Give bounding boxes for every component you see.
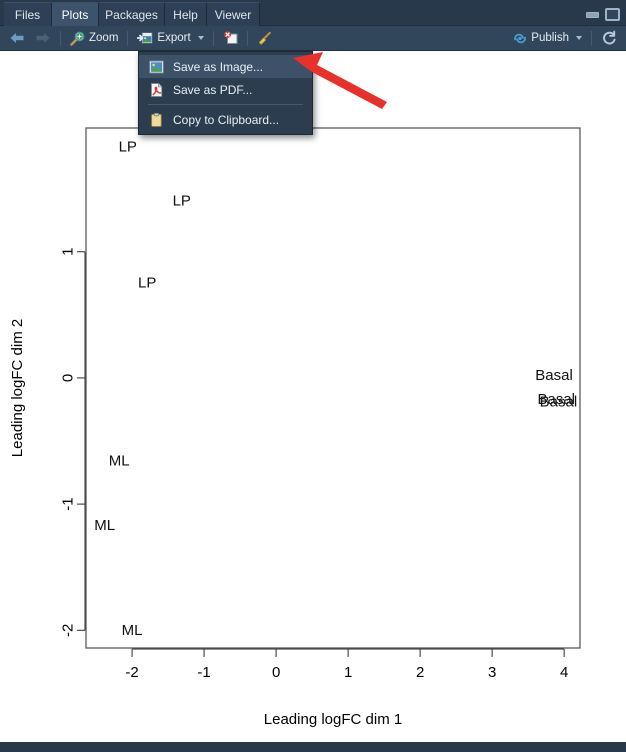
clipboard-icon	[149, 112, 164, 127]
tab-packages[interactable]: Packages	[99, 2, 165, 26]
export-dropdown-menu: Save as Image... Save as PDF... Copy to …	[138, 51, 313, 135]
forward-button	[30, 27, 56, 49]
tab-viewer[interactable]: Viewer	[207, 2, 260, 26]
minimize-pane-icon[interactable]	[586, 11, 599, 18]
publish-group: Publish	[508, 27, 626, 49]
arrow-left-icon	[9, 32, 25, 44]
menu-item-label: Save as Image...	[173, 59, 264, 74]
x-tick-label: 3	[488, 664, 496, 681]
menu-item-label: Save as PDF...	[173, 82, 253, 97]
plot-output-area: -2 -1 0 1 2 3 4 1 0 -1 -2 LP LP LP Basal Basal Basal ML…	[0, 51, 626, 742]
publish-button[interactable]: Publish	[508, 27, 587, 49]
mds-scatter-plot: -2 -1 0 1 2 3 4 10-1-2 LPLPLPBasalBasalBasalML…	[9, 127, 581, 728]
y-tick-label: -1	[60, 497, 77, 510]
x-tick-label: 1	[344, 664, 352, 681]
y-tick-label: 1	[60, 248, 77, 256]
zoom-button[interactable]: Zoom	[65, 27, 123, 49]
x-tick-label: 2	[416, 664, 424, 681]
y-axis: 1 0 -1 -2	[60, 248, 86, 637]
window-controls	[586, 8, 620, 21]
x-axis: -2 -1 0 1 2 3 4	[125, 648, 568, 681]
pdf-file-icon	[149, 82, 164, 97]
data-point-labels: LPLPLPBasalBasalBasalMLMLML	[94, 138, 577, 638]
point-label-basal: Basal	[540, 393, 578, 410]
menu-item-save-as-image[interactable]: Save as Image...	[139, 55, 312, 78]
chevron-down-icon	[576, 36, 582, 40]
toolbar-divider-1	[60, 30, 61, 46]
point-label-basal: Basal	[535, 367, 573, 384]
zoom-label: Zoom	[89, 32, 119, 44]
maximize-pane-icon[interactable]	[605, 8, 620, 21]
arrow-right-icon	[35, 32, 51, 44]
publish-label: Publish	[531, 32, 569, 44]
x-tick-label: 0	[272, 664, 280, 681]
chevron-down-icon	[197, 36, 204, 40]
point-label-ml: ML	[122, 622, 143, 639]
toolbar-divider-4	[246, 30, 248, 46]
magnifier-plus-icon	[70, 31, 85, 46]
remove-plot-icon	[223, 31, 238, 45]
export-image-icon	[137, 31, 154, 45]
menu-item-label: Copy to Clipboard...	[173, 112, 280, 127]
refresh-button[interactable]	[596, 27, 626, 49]
point-label-ml: ML	[94, 517, 115, 534]
tab-plots[interactable]: Plots	[52, 2, 99, 26]
x-tick-label: 4	[560, 664, 568, 681]
export-label: Export	[157, 32, 191, 44]
toolbar-divider-3	[212, 30, 214, 46]
menu-item-save-as-pdf[interactable]: Save as PDF...	[139, 78, 312, 101]
tab-files[interactable]: Files	[4, 2, 52, 26]
back-button[interactable]	[0, 27, 30, 49]
y-tick-label: 0	[60, 374, 77, 382]
menu-separator	[148, 104, 303, 105]
tab-help[interactable]: Help	[165, 2, 207, 26]
pane-bottom-bar	[0, 742, 626, 752]
y-tick-label: -2	[60, 624, 77, 637]
refresh-icon	[601, 30, 617, 46]
publish-icon	[513, 32, 527, 45]
export-button[interactable]: Export	[132, 27, 208, 49]
clear-all-plots-button[interactable]	[252, 27, 277, 49]
point-label-lp: LP	[138, 275, 156, 292]
pane-tab-bar: Files Plots Packages Help Viewer	[0, 0, 626, 26]
toolbar-divider-2	[127, 30, 129, 46]
image-file-icon	[149, 60, 164, 74]
x-tick-label: -1	[197, 664, 210, 681]
remove-plot-button[interactable]	[218, 27, 243, 49]
x-tick-label: -2	[125, 664, 138, 681]
point-label-lp: LP	[173, 193, 191, 210]
x-axis-title: Leading logFC dim 1	[264, 711, 402, 728]
point-label-lp: LP	[119, 138, 137, 155]
menu-item-copy-to-clipboard[interactable]: Copy to Clipboard...	[139, 108, 312, 131]
plot-frame	[85, 127, 581, 649]
plots-toolbar: Zoom Export Publish	[0, 26, 626, 51]
rstudio-plots-pane: Files Plots Packages Help Viewer Zoom Ex…	[0, 0, 626, 752]
y-axis-title: Leading logFC dim 2	[9, 319, 26, 457]
toolbar-divider-5	[591, 30, 592, 46]
broom-icon	[257, 31, 272, 46]
point-label-ml: ML	[109, 453, 130, 470]
